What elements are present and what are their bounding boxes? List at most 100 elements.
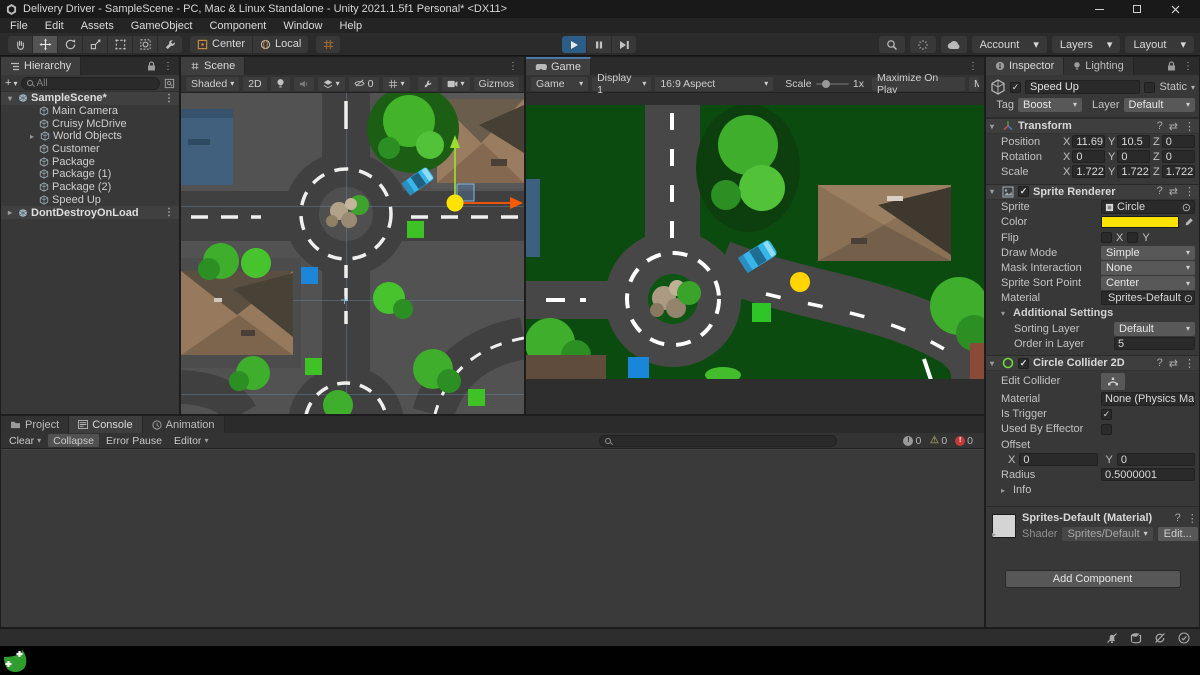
help-icon[interactable]: ?	[1157, 185, 1163, 198]
hierarchy-item-world-objects[interactable]: ▸ World Objects	[1, 130, 179, 143]
custom-tool-button[interactable]	[158, 35, 182, 53]
component-enabled-checkbox[interactable]: ✓	[1018, 357, 1029, 369]
scene-row-samplescene[interactable]: ▾ SampleScene* ⋮	[1, 92, 179, 105]
space-toggle-button[interactable]: Local	[253, 35, 309, 53]
game-viewport[interactable]	[526, 93, 984, 414]
kebab-menu-icon[interactable]: ⋮	[1184, 357, 1195, 370]
static-checkbox[interactable]	[1144, 81, 1156, 93]
shading-mode-dropdown[interactable]: Shaded ▾	[186, 76, 240, 91]
rect-tool-button[interactable]	[108, 35, 132, 53]
collapse-toggle[interactable]: Collapse	[48, 434, 99, 447]
tab-inspector[interactable]: Inspector	[986, 57, 1065, 75]
kebab-menu-icon[interactable]: ⋮	[508, 61, 518, 72]
shader-edit-button[interactable]: Edit...	[1157, 526, 1198, 541]
rotation-z-field[interactable]: 0	[1161, 150, 1195, 164]
menu-file[interactable]: File	[10, 20, 28, 32]
scale-y-field[interactable]: 1.722	[1117, 165, 1150, 179]
scale-tool-button[interactable]	[83, 35, 107, 53]
menu-component[interactable]: Component	[209, 20, 266, 32]
bell-slash-icon[interactable]	[1106, 632, 1118, 644]
tab-project[interactable]: Project	[1, 416, 70, 433]
rotation-y-field[interactable]: 0	[1117, 150, 1150, 164]
active-checkbox[interactable]: ✓	[1010, 81, 1021, 93]
object-picker-icon[interactable]: ⊙	[1182, 201, 1191, 214]
add-component-button[interactable]: Add Component	[1004, 569, 1181, 588]
kebab-menu-icon[interactable]: ⋮	[164, 207, 179, 218]
grid-snap-button[interactable]	[316, 35, 341, 53]
aspect-dropdown[interactable]: 16:9 Aspect ▾	[655, 76, 774, 91]
scene-tools-button[interactable]	[417, 76, 438, 91]
position-y-field[interactable]: 10.5	[1117, 135, 1150, 149]
preset-icon[interactable]: ⇄	[1169, 120, 1178, 133]
tab-lighting[interactable]: Lighting	[1064, 57, 1134, 75]
close-button[interactable]	[1156, 0, 1194, 18]
camera-dropdown[interactable]: ▾	[441, 76, 470, 91]
transform-tool-button[interactable]	[133, 35, 157, 53]
step-button[interactable]	[612, 36, 636, 53]
hierarchy-item-main-camera[interactable]: Main Camera	[1, 105, 179, 118]
rotation-x-field[interactable]: 0	[1072, 150, 1105, 164]
hierarchy-item-package[interactable]: Package	[1, 155, 179, 168]
cache-server-icon[interactable]	[1130, 632, 1142, 644]
physics-material-field[interactable]: None (Physics Mat ⊙	[1101, 392, 1195, 407]
menu-edit[interactable]: Edit	[45, 20, 64, 32]
draw-mode-dropdown[interactable]: Simple ▾	[1101, 245, 1195, 260]
scale-slider[interactable]	[815, 79, 849, 88]
expand-icon[interactable]: ▸	[1001, 486, 1009, 495]
circle-collider-header[interactable]: ▾ ✓ Circle Collider 2D ? ⇄ ⋮	[986, 355, 1199, 372]
tab-hierarchy[interactable]: Hierarchy	[1, 57, 82, 75]
2d-toggle-button[interactable]: 2D	[243, 76, 267, 91]
desktop-shortcut-icon[interactable]	[2, 647, 29, 674]
used-by-effector-checkbox[interactable]	[1101, 423, 1112, 435]
console-search-input[interactable]	[599, 434, 838, 447]
warning-count-badge[interactable]: ⚠ 0	[925, 435, 951, 447]
maximize-button[interactable]	[1118, 0, 1156, 18]
kebab-menu-icon[interactable]: ⋮	[1187, 512, 1198, 525]
sprite-renderer-header[interactable]: ▾ ✓ Sprite Renderer ? ⇄ ⋮	[986, 183, 1199, 200]
game-mode-dropdown[interactable]: Game ▾	[531, 76, 589, 91]
transform-header[interactable]: ▾ Transform ? ⇄ ⋮	[986, 118, 1199, 134]
static-dropdown-icon[interactable]: ▾	[1191, 83, 1195, 92]
move-tool-button[interactable]	[33, 35, 57, 53]
lock-icon[interactable]	[1167, 61, 1176, 71]
tab-console[interactable]: Console	[69, 416, 143, 433]
account-dropdown[interactable]: Account ▾	[971, 36, 1047, 53]
info-count-badge[interactable]: ! 0	[899, 435, 925, 447]
grid-visibility-dropdown[interactable]: ▾	[382, 76, 410, 91]
maximize-on-play-button[interactable]: Maximize On Play	[871, 72, 965, 96]
clear-button[interactable]: Clear ▾	[4, 434, 46, 447]
tab-game[interactable]: Game	[526, 57, 591, 75]
search-window-icon[interactable]	[164, 78, 175, 89]
radius-field[interactable]: 0.5000001	[1101, 468, 1195, 482]
edit-collider-button[interactable]	[1101, 372, 1125, 390]
scene-viewport[interactable]	[181, 93, 524, 414]
expand-icon[interactable]: ▸	[27, 132, 37, 141]
create-object-button[interactable]: + ▾	[5, 77, 17, 89]
preset-icon[interactable]: ⇄	[1169, 357, 1178, 370]
audio-toggle-button[interactable]	[293, 76, 314, 91]
info-foldout[interactable]: Info	[1013, 484, 1031, 496]
expand-icon[interactable]: ▸	[992, 530, 996, 539]
display-dropdown[interactable]: Display 1 ▾	[592, 72, 652, 96]
cloud-button[interactable]	[940, 36, 967, 53]
foldout-icon[interactable]: ▾	[1001, 309, 1009, 318]
rotate-tool-button[interactable]	[58, 35, 82, 53]
gizmos-dropdown[interactable]: Gizmos	[473, 76, 520, 91]
order-in-layer-field[interactable]: 5	[1114, 337, 1195, 351]
flip-x-checkbox[interactable]	[1101, 232, 1112, 244]
menu-gameobject[interactable]: GameObject	[131, 20, 193, 32]
layout-dropdown[interactable]: Layout ▾	[1125, 36, 1194, 53]
offset-x-field[interactable]: 0	[1019, 453, 1098, 467]
error-count-badge[interactable]: ! 0	[951, 435, 977, 447]
tab-animation[interactable]: Animation	[142, 416, 225, 433]
layers-dropdown[interactable]: Layers ▾	[1051, 36, 1121, 53]
foldout-icon[interactable]: ▾	[990, 359, 998, 368]
hierarchy-item-cruisy-mcdrive[interactable]: Cruisy McDrive	[1, 117, 179, 130]
play-button[interactable]	[562, 36, 586, 53]
foldout-icon[interactable]: ▾	[990, 187, 998, 196]
material-object-field[interactable]: Sprites-Default ⊙	[1101, 291, 1195, 306]
sprite-object-field[interactable]: Circle ⊙	[1101, 200, 1195, 215]
hierarchy-search-input[interactable]: All	[21, 76, 160, 90]
error-pause-toggle[interactable]: Error Pause	[101, 434, 167, 447]
kebab-menu-icon[interactable]: ⋮	[163, 61, 173, 72]
